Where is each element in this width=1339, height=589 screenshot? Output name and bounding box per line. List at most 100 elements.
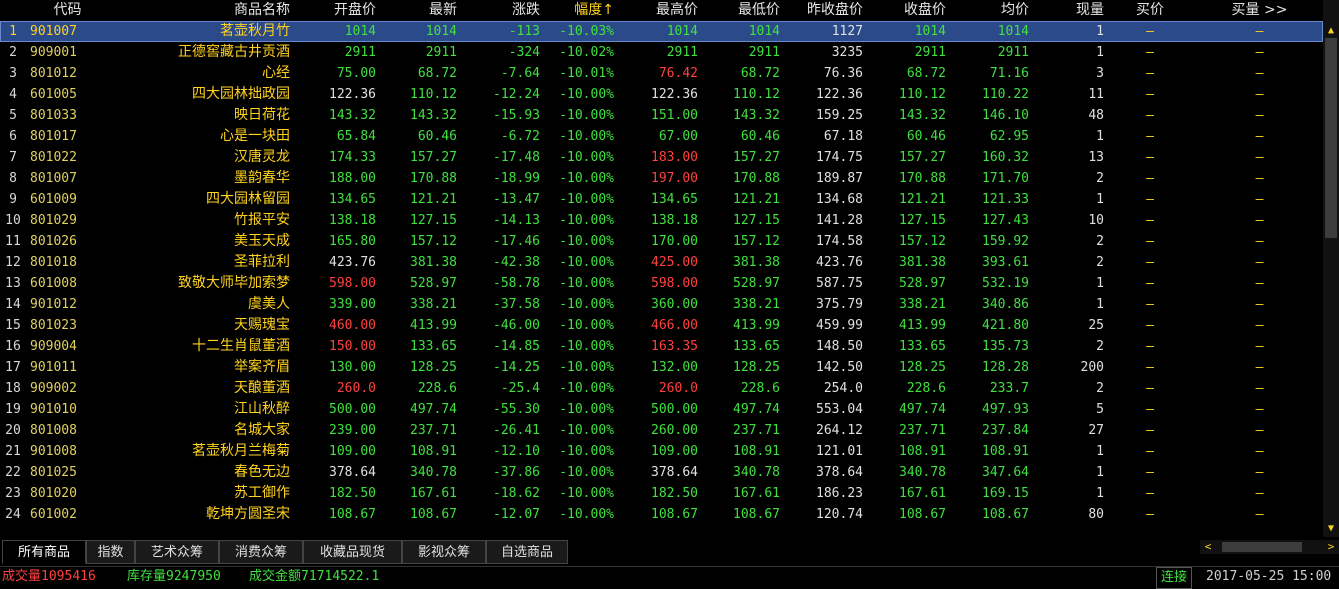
header-preclose[interactable]: 昨收盘价 — [784, 0, 863, 21]
table-row[interactable]: 12 801018 圣菲拉利 423.76 381.38 -42.38 -10.00% 425… — [0, 252, 1323, 273]
table-row[interactable]: 5 801033 映日荷花 143.32 143.32 -15.93 -10.00% 151.… — [0, 105, 1323, 126]
cell-high: 163.35 — [651, 339, 698, 354]
cell-chg: -7.64 — [500, 66, 540, 81]
table-row[interactable]: 16 909004 十二生肖鼠董酒 150.00 133.65 -14.85 -10.00%… — [0, 336, 1323, 357]
scroll-thumb[interactable] — [1325, 38, 1337, 238]
cell-high: 132.00 — [651, 360, 698, 375]
tab-6[interactable]: 自选商品 — [486, 540, 568, 564]
cell-idx: 23 — [5, 486, 21, 501]
cell-open: 130.00 — [329, 360, 376, 375]
cell-open: 143.32 — [329, 108, 376, 123]
cell-open: 188.00 — [329, 171, 376, 186]
cell-high: 500.00 — [651, 402, 698, 417]
header-open[interactable]: 开盘价 — [296, 0, 376, 21]
cell-high: 1014 — [666, 24, 698, 39]
table-row[interactable]: 4 601005 四大园林拙政园 122.36 110.12 -12.24 -10.00% 1… — [0, 84, 1323, 105]
cell-high: 109.00 — [651, 444, 698, 459]
cell-avg: 2911 — [997, 45, 1029, 60]
table-row[interactable]: 9 601009 四大园林留园 134.65 121.21 -13.47 -10.00% 13… — [0, 189, 1323, 210]
header-bid[interactable]: 买价 — [1108, 0, 1192, 21]
cell-low: 157.27 — [733, 150, 780, 165]
header-last[interactable]: 最新 — [380, 0, 457, 21]
cell-chg: -15.93 — [493, 108, 540, 123]
header-pct[interactable]: 幅度↑ — [544, 0, 614, 21]
cell-bidvol: — — [1255, 381, 1264, 396]
vertical-scrollbar[interactable]: ▲ ▼ — [1323, 0, 1339, 537]
cell-vol: 48 — [1088, 108, 1104, 123]
cell-close: 133.65 — [899, 339, 946, 354]
cell-preclose: 189.87 — [816, 171, 863, 186]
cell-bid: — — [1146, 507, 1154, 522]
hscroll-thumb[interactable] — [1222, 542, 1302, 552]
cell-code: 801008 — [30, 423, 77, 438]
cell-open: 165.80 — [329, 234, 376, 249]
table-row[interactable]: 15 801023 天赐瑰宝 460.00 413.99 -46.00 -10.00% 466… — [0, 315, 1323, 336]
cell-idx: 9 — [9, 192, 17, 207]
tab-0[interactable]: 所有商品 — [2, 540, 86, 564]
header-name[interactable]: 商品名称 — [108, 0, 290, 21]
cell-last: 338.21 — [410, 297, 457, 312]
cell-code: 901010 — [30, 402, 77, 417]
scroll-up-arrow-icon[interactable]: ▲ — [1323, 23, 1339, 39]
table-row[interactable]: 18 909002 天酿董酒 260.0 228.6 -25.4 -10.00% 260.0 2… — [0, 378, 1323, 399]
scroll-down-arrow-icon[interactable]: ▼ — [1323, 521, 1339, 537]
cell-last: 228.6 — [417, 381, 457, 396]
horizontal-scrollbar[interactable]: < > — [1200, 540, 1339, 554]
cell-bidvol: — — [1255, 87, 1264, 102]
header-bidvol[interactable]: 买量 >> — [1196, 0, 1323, 21]
table-row[interactable]: 8 801007 墨韵春华 188.00 170.88 -18.99 -10.00% 197.… — [0, 168, 1323, 189]
cell-open: 339.00 — [329, 297, 376, 312]
tab-5[interactable]: 影视众筹 — [402, 540, 486, 564]
cell-close: 60.46 — [906, 129, 946, 144]
scroll-right-arrow-icon[interactable]: > — [1323, 540, 1339, 554]
table-row[interactable]: 1 901007 茗壶秋月竹 1014 1014 -113 -10.03% 1014 1014 1… — [0, 21, 1323, 42]
tab-4[interactable]: 收藏品现货 — [303, 540, 402, 564]
tab-3[interactable]: 消费众筹 — [219, 540, 303, 564]
table-row[interactable]: 20 801008 名城大家 239.00 237.71 -26.41 -10.00% 260… — [0, 420, 1323, 441]
cell-close: 127.15 — [899, 213, 946, 228]
table-row[interactable]: 21 901008 茗壶秋月兰梅菊 109.00 108.91 -12.10 -10.00%… — [0, 441, 1323, 462]
table-row[interactable]: 14 901012 虞美人 339.00 338.21 -37.58 -10.00% 360.… — [0, 294, 1323, 315]
header-close[interactable]: 收盘价 — [867, 0, 946, 21]
cell-vol: 3 — [1096, 66, 1104, 81]
cell-code: 901007 — [30, 24, 77, 39]
header-high[interactable]: 最高价 — [618, 0, 698, 21]
cell-high: 108.67 — [651, 507, 698, 522]
table-row[interactable]: 22 801025 春色无边 378.64 340.78 -37.86 -10.00% 378… — [0, 462, 1323, 483]
cell-vol: 80 — [1088, 507, 1104, 522]
cell-chg: -46.00 — [493, 318, 540, 333]
table-row[interactable]: 19 901010 江山秋醉 500.00 497.74 -55.30 -10.00% 500… — [0, 399, 1323, 420]
cell-low: 60.46 — [740, 129, 780, 144]
cell-vol: 25 — [1088, 318, 1104, 333]
cell-open: 65.84 — [336, 129, 376, 144]
header-code[interactable]: 代码 — [30, 0, 105, 21]
table-row[interactable]: 13 601008 致敬大师毕加索梦 598.00 528.97 -58.78 -10.00… — [0, 273, 1323, 294]
header-vol[interactable]: 现量 — [1033, 0, 1104, 21]
cell-preclose: 122.36 — [816, 87, 863, 102]
cell-name: 天赐瑰宝 — [234, 317, 290, 333]
header-chg[interactable]: 涨跌 — [462, 0, 540, 21]
table-row[interactable]: 3 801012 心经 75.00 68.72 -7.64 -10.01% 76.42 68.7… — [0, 63, 1323, 84]
cell-code: 801020 — [30, 486, 77, 501]
tab-2[interactable]: 艺术众筹 — [135, 540, 219, 564]
cell-bidvol: — — [1255, 276, 1264, 291]
header-avg[interactable]: 均价 — [950, 0, 1029, 21]
header-low[interactable]: 最低价 — [702, 0, 780, 21]
table-row[interactable]: 17 901011 举案齐眉 130.00 128.25 -14.25 -10.00% 132… — [0, 357, 1323, 378]
tab-1[interactable]: 指数 — [86, 540, 135, 564]
scroll-left-arrow-icon[interactable]: < — [1200, 540, 1216, 554]
cell-bidvol: — — [1255, 465, 1264, 480]
table-row[interactable]: 24 601002 乾坤方圆圣宋 108.67 108.67 -12.07 -10.00% 1… — [0, 504, 1323, 525]
table-row[interactable]: 7 801022 汉唐灵龙 174.33 157.27 -17.48 -10.00% 183.… — [0, 147, 1323, 168]
table-row[interactable]: 23 801020 苏工御作 182.50 167.61 -18.62 -10.00% 182… — [0, 483, 1323, 504]
table-row[interactable]: 11 801026 美玉天成 165.80 157.12 -17.46 -10.00% 170… — [0, 231, 1323, 252]
cell-vol: 13 — [1088, 150, 1104, 165]
cell-low: 108.67 — [733, 507, 780, 522]
cell-pct: -10.03% — [559, 24, 614, 39]
table-row[interactable]: 6 801017 心是一块田 65.84 60.46 -6.72 -10.00% 67.00 6… — [0, 126, 1323, 147]
cell-pct: -10.00% — [559, 423, 614, 438]
cell-idx: 20 — [5, 423, 21, 438]
table-row[interactable]: 10 801029 竹报平安 138.18 127.15 -14.13 -10.00% 138… — [0, 210, 1323, 231]
cell-preclose: 587.75 — [816, 276, 863, 291]
table-row[interactable]: 2 909001 正德窖藏古井贡酒 2911 2911 -324 -10.02% 2911 29… — [0, 42, 1323, 63]
